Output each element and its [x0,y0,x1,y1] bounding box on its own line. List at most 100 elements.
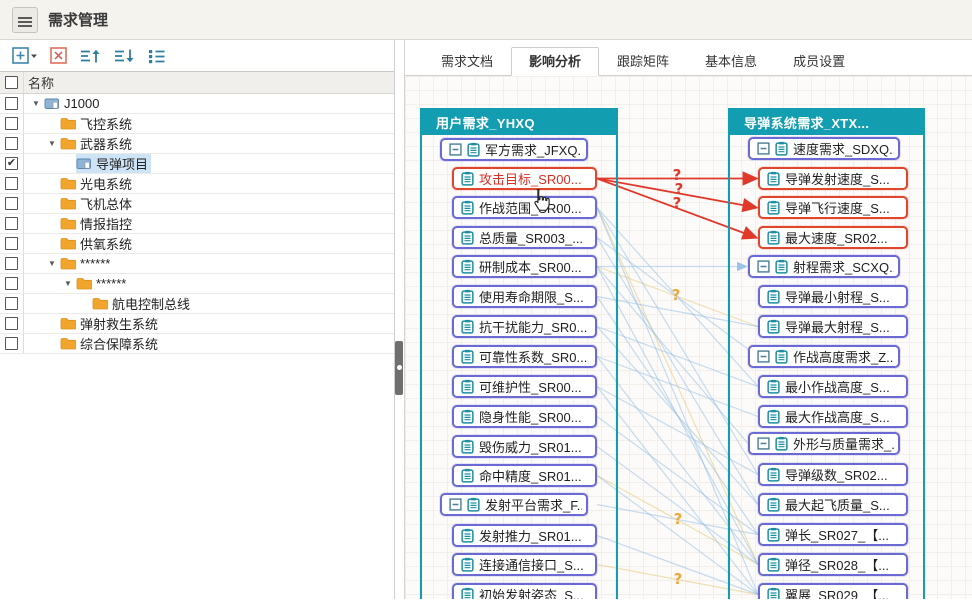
tree-row[interactable]: 光电系统 [0,174,394,194]
tab-active[interactable]: 影响分析 [511,47,599,76]
requirement-doc-icon [767,587,780,599]
requirement-node[interactable]: 可靠性系数_SR0... [452,345,597,368]
expander-icon[interactable]: ▼ [44,259,60,268]
tree-row[interactable]: ▼ 武器系统 [0,134,394,154]
tree-row[interactable]: 飞控系统 [0,114,394,134]
tree-row[interactable]: ✔ 导弹项目 [0,154,394,174]
requirement-group-node[interactable]: 射程需求_SCXQ... [748,255,900,278]
tab[interactable]: 成员设置 [775,47,863,76]
tree-item-label: 武器系统 [77,134,135,153]
tab[interactable]: 基本信息 [687,47,775,76]
row-checkbox[interactable] [5,117,18,130]
tree-row[interactable]: 弹射救生系统 [0,314,394,334]
tree-column-header: 名称 [24,73,54,92]
impact-analysis-canvas[interactable]: 用户需求_YHXQ军方需求_JFXQ...攻击目标_SR00...作战范围_SR… [405,76,972,599]
row-checkbox[interactable] [5,257,18,270]
tab[interactable]: 跟踪矩阵 [599,47,687,76]
row-checkbox[interactable] [5,277,18,290]
tree-row[interactable]: 供氧系统 [0,234,394,254]
menu-button[interactable] [12,7,38,33]
requirement-node[interactable]: 导弹级数_SR02... [758,463,908,486]
row-checkbox-checked[interactable]: ✔ [5,157,18,170]
diagram-column-header: 导弹系统需求_XTX... [730,110,923,135]
delete-node-button[interactable] [50,47,68,65]
requirement-node[interactable]: 最小作战高度_S... [758,375,908,398]
sort-ascending-button[interactable] [79,47,102,65]
requirement-doc-icon [767,319,780,334]
requirement-node[interactable]: 弹长_SR027_【... [758,523,908,546]
requirement-node[interactable]: 导弹飞行速度_S... [758,196,908,219]
sort-descending-button[interactable] [113,47,136,65]
row-checkbox[interactable] [5,197,18,210]
tree-row[interactable]: ▼****** [0,254,394,274]
splitter-handle[interactable] [395,341,403,395]
requirement-node[interactable]: 可维护性_SR00... [452,375,597,398]
requirement-node[interactable]: 最大速度_SR02... [758,226,908,249]
requirement-node[interactable]: 攻击目标_SR00... [452,167,597,190]
requirement-group-node[interactable]: 军方需求_JFXQ... [440,138,588,161]
requirement-node[interactable]: 命中精度_SR01... [452,464,597,487]
requirement-node[interactable]: 最大作战高度_S... [758,405,908,428]
expander-icon[interactable]: ▼ [28,99,44,108]
requirement-node[interactable]: 导弹发射速度_S... [758,167,908,190]
requirement-node[interactable]: 总质量_SR003_... [452,226,597,249]
collapse-icon[interactable] [757,437,770,450]
requirement-node[interactable]: 导弹最大射程_S... [758,315,908,338]
tree-row[interactable]: 情报指控 [0,214,394,234]
requirement-doc-icon [461,319,474,334]
page-title: 需求管理 [48,9,108,30]
collapse-icon[interactable] [757,260,770,273]
requirement-node[interactable]: 最大起飞质量_S... [758,493,908,516]
requirement-group-node[interactable]: 发射平台需求_F... [440,493,588,516]
row-checkbox[interactable] [5,177,18,190]
select-all-checkbox[interactable] [5,76,18,89]
collapse-icon[interactable] [757,142,770,155]
panel-splitter[interactable] [395,40,405,599]
row-checkbox[interactable] [5,297,18,310]
list-view-button[interactable] [147,47,167,65]
requirement-node[interactable]: 翼展_SR029_【... [758,583,908,599]
tree-item-label: 导弹项目 [93,154,151,173]
tree-row[interactable]: 综合保障系统 [0,334,394,354]
tree-row[interactable]: 飞机总体 [0,194,394,214]
row-checkbox[interactable] [5,337,18,350]
requirement-doc-icon [767,171,780,186]
requirement-node[interactable]: 发射推力_SR01... [452,524,597,547]
requirement-node[interactable]: 毁伤威力_SR01... [452,435,597,458]
requirement-node[interactable]: 隐身性能_SR00... [452,405,597,428]
requirement-group-node[interactable]: 作战高度需求_Z... [748,345,900,368]
expander-icon[interactable]: ▼ [44,139,60,148]
row-checkbox[interactable] [5,217,18,230]
expander-icon[interactable]: ▼ [60,279,76,288]
tab[interactable]: 需求文档 [423,47,511,76]
row-checkbox[interactable] [5,317,18,330]
requirement-node[interactable]: 研制成本_SR00... [452,255,597,278]
requirement-node[interactable]: 初始发射姿态_S... [452,583,597,599]
tree-item-label: 航电控制总线 [109,294,193,313]
tree-row[interactable]: ▼ J1000 [0,94,394,114]
tree-item-label: J1000 [61,96,102,111]
requirement-node[interactable]: 抗干扰能力_SR0... [452,315,597,338]
requirement-node[interactable]: 作战范围_SR00... [452,196,597,219]
requirement-doc-icon [461,200,474,215]
tree-row[interactable]: ▼****** [0,274,394,294]
requirement-doc-icon [461,379,474,394]
x-box-icon [50,47,68,65]
tree-row[interactable]: 航电控制总线 [0,294,394,314]
requirement-group-node[interactable]: 速度需求_SDXQ... [748,137,900,160]
folder-icon [60,337,76,350]
row-checkbox[interactable] [5,97,18,110]
row-checkbox[interactable] [5,137,18,150]
project-icon [44,97,60,110]
collapse-icon[interactable] [757,350,770,363]
requirement-node[interactable]: 使用寿命期限_S... [452,285,597,308]
collapse-icon[interactable] [449,498,462,511]
row-checkbox[interactable] [5,237,18,250]
add-node-button[interactable] [12,47,39,65]
requirement-group-node[interactable]: 外形与质量需求_... [748,432,900,455]
requirement-node[interactable]: 弹径_SR028_【... [758,553,908,576]
suspect-link-question-mark: ? [674,570,683,588]
collapse-icon[interactable] [449,143,462,156]
requirement-node[interactable]: 连接通信接口_S... [452,553,597,576]
requirement-node[interactable]: 导弹最小射程_S... [758,285,908,308]
